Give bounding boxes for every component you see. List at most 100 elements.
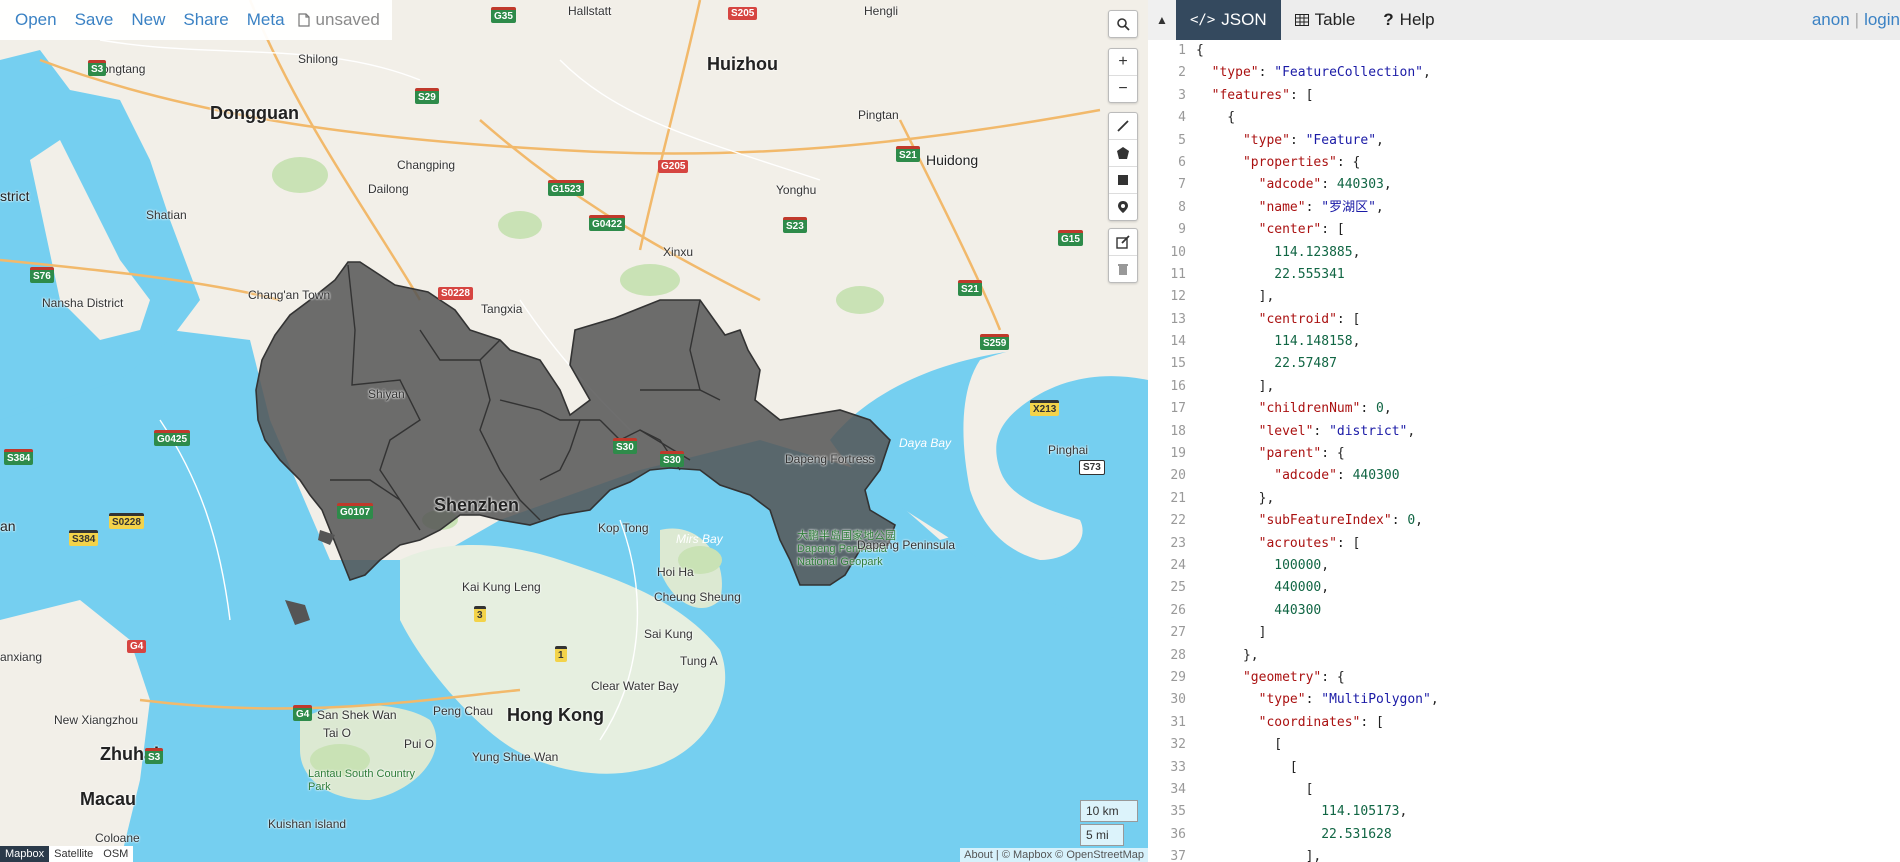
- line-number: 10: [1170, 244, 1186, 260]
- place-label: Kai Kung Leng: [462, 580, 541, 594]
- line-number: 34: [1170, 781, 1186, 797]
- editor-line[interactable]: 17 "childrenNum": 0,: [1148, 398, 1900, 420]
- place-label: Lantau South Country Park: [308, 768, 416, 793]
- line-number: 3: [1178, 87, 1186, 103]
- draw-polygon-icon[interactable]: [1109, 140, 1137, 167]
- line-code: "centroid": [: [1258, 311, 1361, 327]
- line-code: "features": [: [1211, 87, 1314, 103]
- tab-help[interactable]: ? Help: [1369, 0, 1448, 40]
- place-label: strict: [0, 188, 30, 204]
- basemap-osm[interactable]: OSM: [98, 846, 134, 862]
- menu-meta[interactable]: Meta: [238, 10, 294, 30]
- road-shield: X213: [1030, 400, 1060, 416]
- editor-line[interactable]: 37 ],: [1148, 846, 1900, 862]
- menu-save[interactable]: Save: [66, 10, 123, 30]
- editor-line[interactable]: 21 },: [1148, 488, 1900, 510]
- tab-table[interactable]: Table: [1281, 0, 1370, 40]
- zoom-in-button[interactable]: +: [1109, 49, 1137, 76]
- draw-line-icon[interactable]: [1109, 113, 1137, 140]
- draw-rectangle-icon[interactable]: [1109, 167, 1137, 194]
- zoom-out-button[interactable]: −: [1109, 76, 1137, 102]
- line-number: 18: [1170, 423, 1186, 439]
- editor-line[interactable]: 16 ],: [1148, 376, 1900, 398]
- editor-line[interactable]: 14 114.148158,: [1148, 331, 1900, 353]
- editor-line[interactable]: 2 "type": "FeatureCollection",: [1148, 62, 1900, 84]
- anon-link[interactable]: anon: [1812, 10, 1850, 30]
- geocoder-control: [1108, 10, 1138, 38]
- editor-line[interactable]: 11 22.555341: [1148, 264, 1900, 286]
- tab-json[interactable]: </> JSON: [1176, 0, 1281, 40]
- line-number: 36: [1170, 826, 1186, 842]
- road-shield: G4: [293, 705, 313, 721]
- menu-open[interactable]: Open: [6, 10, 66, 30]
- place-label: Xinxu: [663, 245, 694, 259]
- place-label: Coloane: [95, 831, 140, 845]
- editor-line[interactable]: 3 "features": [: [1148, 85, 1900, 107]
- editor-line[interactable]: 32 [: [1148, 734, 1900, 756]
- map-view[interactable]: Open Save New Share Meta unsaved Hallsta…: [0, 0, 1148, 862]
- json-editor[interactable]: 1{2 "type": "FeatureCollection", 3 "featu…: [1148, 40, 1900, 862]
- editor-line[interactable]: 18 "level": "district",: [1148, 421, 1900, 443]
- place-label: Hoi Ha: [657, 565, 694, 579]
- editor-line[interactable]: 36 22.531628: [1148, 824, 1900, 846]
- editor-line[interactable]: 5 "type": "Feature",: [1148, 130, 1900, 152]
- line-code: "acroutes": [: [1258, 535, 1361, 551]
- editor-line[interactable]: 15 22.57487: [1148, 353, 1900, 375]
- editor-line[interactable]: 28 },: [1148, 645, 1900, 667]
- edit-icon[interactable]: [1109, 229, 1137, 256]
- editor-line[interactable]: 20 "adcode": 440300: [1148, 465, 1900, 487]
- editor-line[interactable]: 1{: [1148, 40, 1900, 62]
- place-label: New Xiangzhou: [54, 713, 139, 727]
- editor-line[interactable]: 29 "geometry": {: [1148, 667, 1900, 689]
- editor-line[interactable]: 26 440300: [1148, 600, 1900, 622]
- editor-line[interactable]: 31 "coordinates": [: [1148, 712, 1900, 734]
- line-code: "level": "district",: [1258, 423, 1416, 439]
- editor-line[interactable]: 19 "parent": {: [1148, 443, 1900, 465]
- caret-up-icon[interactable]: ▲: [1148, 0, 1176, 40]
- editor-line[interactable]: 8 "name": "罗湖区",: [1148, 197, 1900, 219]
- editor-line[interactable]: 24 100000,: [1148, 555, 1900, 577]
- map-attribution[interactable]: About | © Mapbox © OpenStreetMap: [960, 848, 1148, 862]
- document-status-label: unsaved: [315, 10, 380, 29]
- place-label: Sai Kung: [644, 627, 693, 641]
- editor-line[interactable]: 9 "center": [: [1148, 219, 1900, 241]
- editor-line[interactable]: 30 "type": "MultiPolygon",: [1148, 689, 1900, 711]
- trash-icon[interactable]: [1109, 256, 1137, 282]
- basemap-satellite[interactable]: Satellite: [49, 846, 99, 862]
- basemap-switcher: Mapbox Satellite OSM: [0, 846, 134, 862]
- editor-line[interactable]: 13 "centroid": [: [1148, 309, 1900, 331]
- place-label: Tangxia: [481, 302, 523, 316]
- editor-line[interactable]: 4 {: [1148, 107, 1900, 129]
- editor-line[interactable]: 27 ]: [1148, 622, 1900, 644]
- editor-line[interactable]: 35 114.105173,: [1148, 801, 1900, 823]
- line-code: "subFeatureIndex": 0,: [1258, 513, 1423, 529]
- document-status[interactable]: unsaved: [294, 10, 386, 30]
- login-link[interactable]: login: [1864, 10, 1900, 30]
- menu-share[interactable]: Share: [174, 10, 237, 30]
- editor-line[interactable]: 22 "subFeatureIndex": 0,: [1148, 510, 1900, 532]
- editor-line[interactable]: 7 "adcode": 440303,: [1148, 174, 1900, 196]
- line-number: 8: [1178, 199, 1186, 215]
- line-code: "coordinates": [: [1258, 714, 1384, 730]
- menu-new[interactable]: New: [122, 10, 174, 30]
- editor-line[interactable]: 34 [: [1148, 779, 1900, 801]
- editor-line[interactable]: 33 [: [1148, 757, 1900, 779]
- road-shield: 1: [555, 646, 567, 662]
- line-number: 27: [1170, 625, 1186, 641]
- place-label: Hallstatt: [568, 4, 612, 18]
- editor-line[interactable]: 23 "acroutes": [: [1148, 533, 1900, 555]
- auth-links: anon | login: [1812, 0, 1900, 40]
- place-label: Daya Bay: [899, 436, 952, 450]
- editor-line[interactable]: 12 ],: [1148, 286, 1900, 308]
- place-label: Shenzhen: [434, 495, 520, 515]
- draw-marker-icon[interactable]: [1109, 194, 1137, 220]
- line-number: 23: [1170, 535, 1186, 551]
- editor-line[interactable]: 10 114.123885,: [1148, 242, 1900, 264]
- editor-line[interactable]: 6 "properties": {: [1148, 152, 1900, 174]
- search-icon[interactable]: [1109, 11, 1137, 37]
- line-code: ],: [1196, 378, 1275, 394]
- line-code: 22.555341: [1274, 266, 1345, 282]
- basemap-mapbox[interactable]: Mapbox: [0, 846, 50, 862]
- top-menu-bar: Open Save New Share Meta unsaved: [0, 0, 392, 40]
- editor-line[interactable]: 25 440000,: [1148, 577, 1900, 599]
